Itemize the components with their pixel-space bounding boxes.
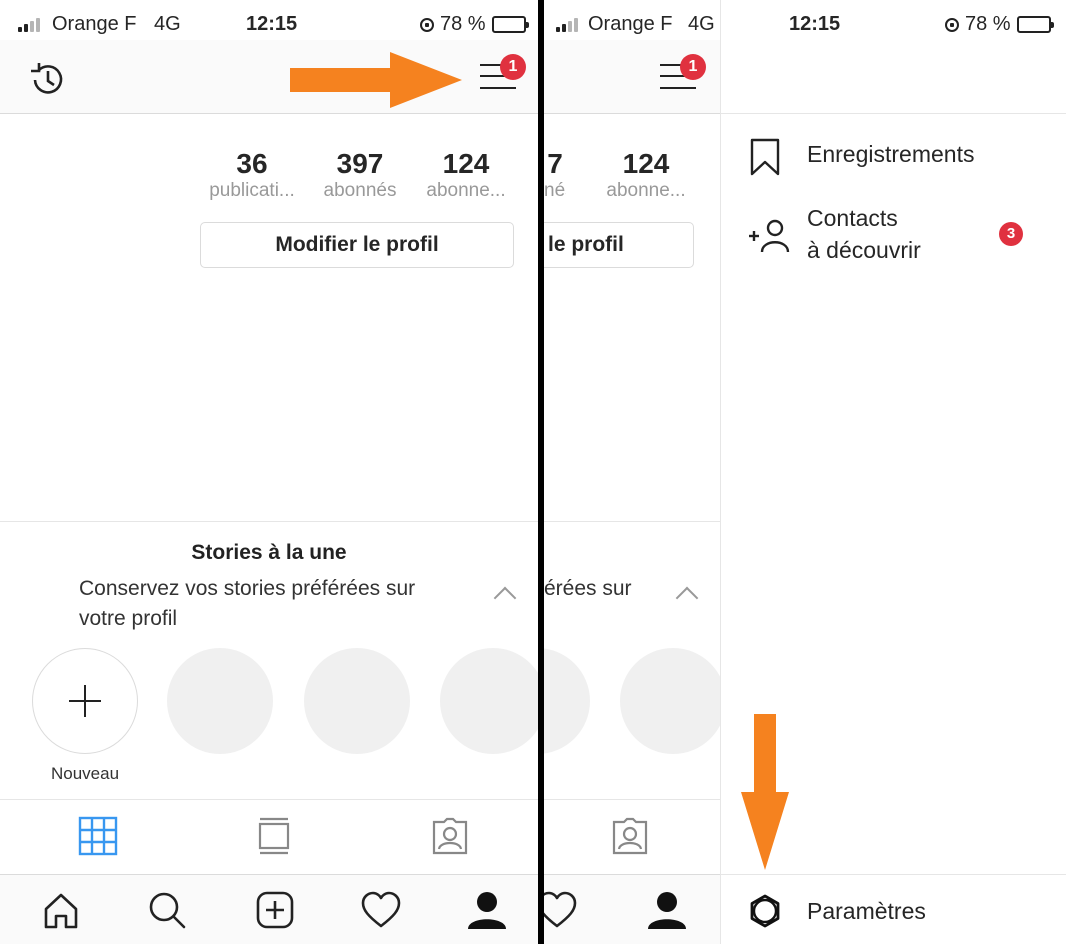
- grid-view-icon[interactable]: [78, 816, 118, 856]
- edit-profile-button[interactable]: Modifier le profil: [200, 222, 514, 268]
- highlight-placeholder: [620, 648, 726, 754]
- following-count[interactable]: 124 abonne...: [596, 148, 696, 202]
- menu-item-label: Contacts à découvrir: [807, 202, 921, 266]
- profile-icon[interactable]: [646, 889, 688, 931]
- stat-value: 7: [547, 148, 563, 179]
- side-menu-drawer: 12:15 78 % Enregistrements Contacts à dé…: [720, 0, 1066, 944]
- stat-label: abonne...: [606, 180, 686, 201]
- highlights-description-line: Conservez vos stories préférées sur: [79, 577, 416, 600]
- feed-view-icon[interactable]: [254, 816, 294, 856]
- home-icon[interactable]: [40, 889, 82, 931]
- status-bar: Orange F 4G 12:15 78 %: [0, 8, 538, 42]
- menu-item-discover-people[interactable]: Contacts à découvrir 3: [721, 200, 1066, 268]
- stat-value: 124: [622, 148, 670, 179]
- battery-percent: 78 %: [965, 13, 1011, 35]
- stat-value: 397: [336, 148, 384, 179]
- divider: [0, 521, 538, 522]
- edit-profile-button[interactable]: le profil: [544, 222, 694, 268]
- highlight-placeholder: [544, 648, 590, 754]
- collapse-chevron-icon[interactable]: [493, 586, 517, 610]
- bookmark-icon: [750, 138, 780, 176]
- highlight-placeholder: [304, 648, 410, 754]
- followers-count[interactable]: 397 abonnés: [304, 148, 416, 202]
- rotation-lock-icon: [420, 17, 434, 32]
- pointer-arrow-right-icon: [290, 52, 462, 108]
- gear-icon: [750, 894, 780, 928]
- activity-heart-icon[interactable]: [544, 889, 578, 931]
- new-highlight-button[interactable]: [32, 648, 138, 754]
- add-user-icon: [749, 219, 790, 253]
- status-bar: 12:15 78 %: [545, 8, 1066, 42]
- profile-screen: Orange F 4G 12:15 78 % 1 36 publicati...…: [0, 0, 538, 944]
- stat-partial: 7 nés: [544, 148, 566, 202]
- rotation-lock-icon: [945, 17, 959, 32]
- collapse-chevron-icon[interactable]: [675, 586, 699, 610]
- highlight-placeholder: [167, 648, 273, 754]
- activity-heart-icon[interactable]: [360, 889, 402, 931]
- battery-icon: [491, 16, 529, 33]
- divider: [0, 799, 538, 800]
- profile-icon[interactable]: [466, 889, 508, 931]
- menu-notification-badge: 1: [680, 54, 706, 80]
- battery-status: 78 %: [420, 13, 529, 36]
- battery-icon: [1016, 16, 1054, 33]
- tagged-photos-icon[interactable]: [610, 816, 650, 856]
- menu-item-label-line: Contacts: [807, 205, 898, 231]
- following-count[interactable]: 124 abonne...: [416, 148, 516, 202]
- clock: 12:15: [789, 13, 841, 35]
- battery-status: 78 %: [945, 13, 1054, 36]
- tagged-photos-icon[interactable]: [430, 816, 470, 856]
- stat-label: abonne...: [426, 180, 506, 201]
- drawer-footer: Paramètres: [721, 874, 1066, 944]
- highlights-title: Stories à la une: [191, 541, 347, 564]
- menu-item-saved[interactable]: Enregistrements: [721, 134, 1066, 178]
- battery-percent: 78 %: [440, 13, 486, 35]
- carrier-name: Orange F: [52, 13, 137, 35]
- add-post-icon[interactable]: [254, 889, 296, 931]
- clock: 12:15: [246, 13, 298, 35]
- history-icon[interactable]: [26, 58, 70, 102]
- network-type: 4G: [154, 13, 181, 35]
- highlights-description: érées sur: [544, 577, 632, 600]
- signal-icon: [18, 18, 40, 32]
- discover-notification-badge: 3: [999, 222, 1023, 246]
- menu-open-screen: Orange F 4G 12:15 78 % 1 7 nés 124 abonn…: [544, 0, 1066, 944]
- highlight-placeholder: [440, 648, 538, 754]
- stat-label: nés: [544, 180, 566, 201]
- menu-notification-badge: 1: [500, 54, 526, 80]
- stat-label: publicati...: [209, 180, 295, 201]
- highlights-description: Conservez vos stories préférées sur votr…: [79, 574, 415, 634]
- menu-item-label: Enregistrements: [807, 141, 975, 167]
- settings-label: Paramètres: [807, 898, 926, 924]
- pointer-arrow-down-icon: [741, 714, 789, 870]
- new-highlight-label: Nouveau: [50, 764, 120, 783]
- profile-stats: 36 publicati... 397 abonnés 124 abonne..…: [200, 148, 516, 202]
- drawer-header: [721, 40, 1066, 114]
- posts-count[interactable]: 36 publicati...: [200, 148, 304, 202]
- search-icon[interactable]: [146, 889, 188, 931]
- stat-value: 124: [442, 148, 490, 179]
- edit-profile-label: le profil: [548, 233, 624, 256]
- stat-value: 36: [236, 148, 268, 179]
- highlights-description-line: votre profil: [79, 607, 178, 630]
- stat-label: abonnés: [323, 180, 397, 201]
- menu-item-label-line: à découvrir: [807, 237, 921, 263]
- bottom-navigation: [0, 874, 538, 944]
- settings-button[interactable]: Paramètres: [721, 875, 1066, 944]
